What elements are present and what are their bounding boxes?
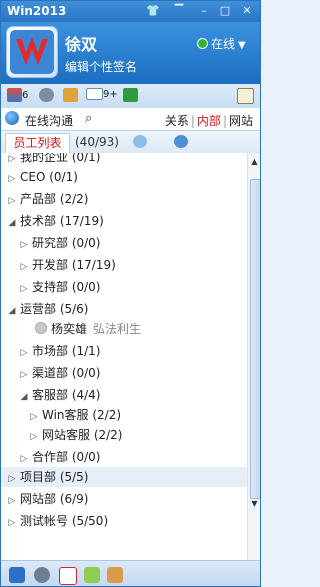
tree-node[interactable]: ▷ 开发部 (17/19) xyxy=(1,255,247,275)
add-contact-tool[interactable] xyxy=(63,88,78,104)
mail-tool[interactable]: 9+ xyxy=(86,88,118,104)
profile-header: 徐双 编辑个性签名 在线 ▼ xyxy=(1,22,260,84)
tree-node[interactable]: ◢ 客服部 (4/4) xyxy=(1,385,247,405)
close-button[interactable]: ✕ xyxy=(237,3,257,19)
skin-icon[interactable]: 👕 xyxy=(143,3,163,19)
edit-signature[interactable]: 编辑个性签名 xyxy=(65,58,137,75)
link-internal[interactable]: 内部 xyxy=(196,114,222,128)
status-label: 在线 xyxy=(211,37,236,51)
maximize-button[interactable]: □ xyxy=(215,3,235,19)
expand-icon: ▷ xyxy=(20,454,28,464)
friends-count: 6 xyxy=(22,90,29,101)
tree-node[interactable]: ◢ 技术部 (17/19) xyxy=(1,211,247,231)
expand-icon: ▷ xyxy=(8,496,16,506)
binoculars-icon xyxy=(39,88,54,102)
expand-icon: ▷ xyxy=(20,240,28,250)
expand-icon: ▷ xyxy=(8,474,16,484)
speaker-icon xyxy=(123,88,138,102)
group-icon xyxy=(7,88,22,102)
expand-icon: ▷ xyxy=(8,518,16,528)
app-logo[interactable] xyxy=(7,27,57,77)
window-title: Win2013 xyxy=(7,4,67,18)
vertical-scrollbar[interactable]: ▲ ▼ xyxy=(247,153,260,560)
tree-node[interactable]: ▷ 渠道部 (0/0) xyxy=(1,363,247,383)
search-row: 在线沟通 ⌕ 关系 | 内部 | 网站 xyxy=(1,108,260,130)
offline-avatar-icon xyxy=(35,322,47,334)
tree-node[interactable]: ▷ 产品部 (2/2) xyxy=(1,189,247,209)
title-bar: Win2013 👕 ▔ – □ ✕ xyxy=(1,1,260,22)
employee-tree: ▷ 我的企业 (0/1) ▷ CEO (0/1) ▷ 产品部 (2/2) ◢ 技术部 (… xyxy=(1,153,247,560)
view-links: 关系 | 内部 | 网站 xyxy=(164,114,254,128)
user-name: 徐双 xyxy=(65,35,98,54)
expand-icon: ▷ xyxy=(20,348,28,358)
tree-node[interactable]: ▷ 支持部 (0/0) xyxy=(1,277,247,297)
expand-icon: ▷ xyxy=(30,412,38,422)
notebook-tool[interactable] xyxy=(237,88,254,104)
add-user-icon xyxy=(63,88,78,102)
groups-tab-icon[interactable] xyxy=(133,135,147,148)
tab-employee-list[interactable]: 员工列表 xyxy=(5,133,70,153)
tree-node[interactable]: ▷ 我的企业 (0/1) xyxy=(1,153,247,167)
sound-tool[interactable] xyxy=(123,88,138,104)
find-tool[interactable] xyxy=(39,88,54,104)
tree-node[interactable]: ▷ Win客服 (2/2) xyxy=(1,405,247,425)
expand-icon: ▷ xyxy=(30,432,38,442)
tree-node[interactable]: ▷ 合作部 (0/0) xyxy=(1,447,247,467)
app-logo-icon xyxy=(10,30,54,74)
book-icon xyxy=(237,88,254,104)
tree-node[interactable]: ▷ 研究部 (0/0) xyxy=(1,233,247,253)
minimize-button[interactable]: – xyxy=(194,3,214,19)
scroll-thumb[interactable] xyxy=(250,179,260,499)
notes-icon[interactable] xyxy=(84,567,100,583)
tree-node[interactable]: ▷ 网站部 (6/9) xyxy=(1,489,247,509)
link-relations[interactable]: 关系 xyxy=(164,114,190,128)
status-selector[interactable]: 在线 ▼ xyxy=(197,35,246,52)
chats-tab-icon[interactable] xyxy=(174,135,188,148)
minimize-to-tray-button[interactable]: ▔ xyxy=(169,3,189,19)
online-chat-icon xyxy=(5,111,19,125)
tree-node[interactable]: ▷ CEO (0/1) xyxy=(1,167,247,187)
expand-icon: ▷ xyxy=(20,262,28,272)
friends-tool[interactable]: 6 xyxy=(7,88,28,104)
settings-icon[interactable] xyxy=(34,567,50,583)
employee-count: (40/93) xyxy=(75,135,119,149)
expand-icon: ▷ xyxy=(20,370,28,380)
expand-icon: ▷ xyxy=(20,284,28,294)
tree-node[interactable]: ▷ 市场部 (1/1) xyxy=(1,341,247,361)
expand-icon: ▷ xyxy=(8,196,16,206)
tools-icon[interactable] xyxy=(107,567,123,583)
tree-node[interactable]: ▷ 测试帐号 (5/50) xyxy=(1,511,247,531)
scroll-down-icon[interactable]: ▼ xyxy=(250,499,259,508)
online-chat-link[interactable]: 在线沟通 xyxy=(25,112,73,129)
tree-node[interactable]: ▷ 网站客服 (2/2) xyxy=(1,425,247,445)
collapse-icon: ◢ xyxy=(8,218,16,228)
toolbar: 6 9+ xyxy=(1,84,260,109)
link-website[interactable]: 网站 xyxy=(228,114,254,128)
collapse-icon: ◢ xyxy=(8,306,16,316)
tree-node[interactable]: ▷ 项目部 (5/5) xyxy=(1,467,247,487)
tree-node[interactable]: ◢ 运营部 (5/6) xyxy=(1,299,247,319)
mail-count: 9+ xyxy=(103,89,118,100)
app-window: Win2013 👕 ▔ – □ ✕ 徐双 编辑个性签名 在线 ▼ 6 9+ 在线… xyxy=(0,0,261,587)
contact-signature: 弘法利生 xyxy=(93,322,142,336)
contact-name: 杨奕雄 xyxy=(51,322,88,336)
expand-icon: ▷ xyxy=(8,174,16,184)
mail-icon xyxy=(86,88,103,100)
scroll-up-icon[interactable]: ▲ xyxy=(250,157,259,166)
chevron-down-icon: ▼ xyxy=(238,40,246,51)
collapse-icon: ◢ xyxy=(20,392,28,402)
search-icon[interactable]: ⌕ xyxy=(85,111,92,126)
calendar-icon[interactable] xyxy=(59,567,77,585)
apps-grid-icon[interactable] xyxy=(9,567,25,583)
bottom-bar xyxy=(1,560,260,586)
contact-item[interactable]: 杨奕雄 弘法利生 xyxy=(1,319,247,339)
tab-bar: 员工列表 (40/93) xyxy=(1,130,260,154)
online-status-icon xyxy=(197,38,208,49)
